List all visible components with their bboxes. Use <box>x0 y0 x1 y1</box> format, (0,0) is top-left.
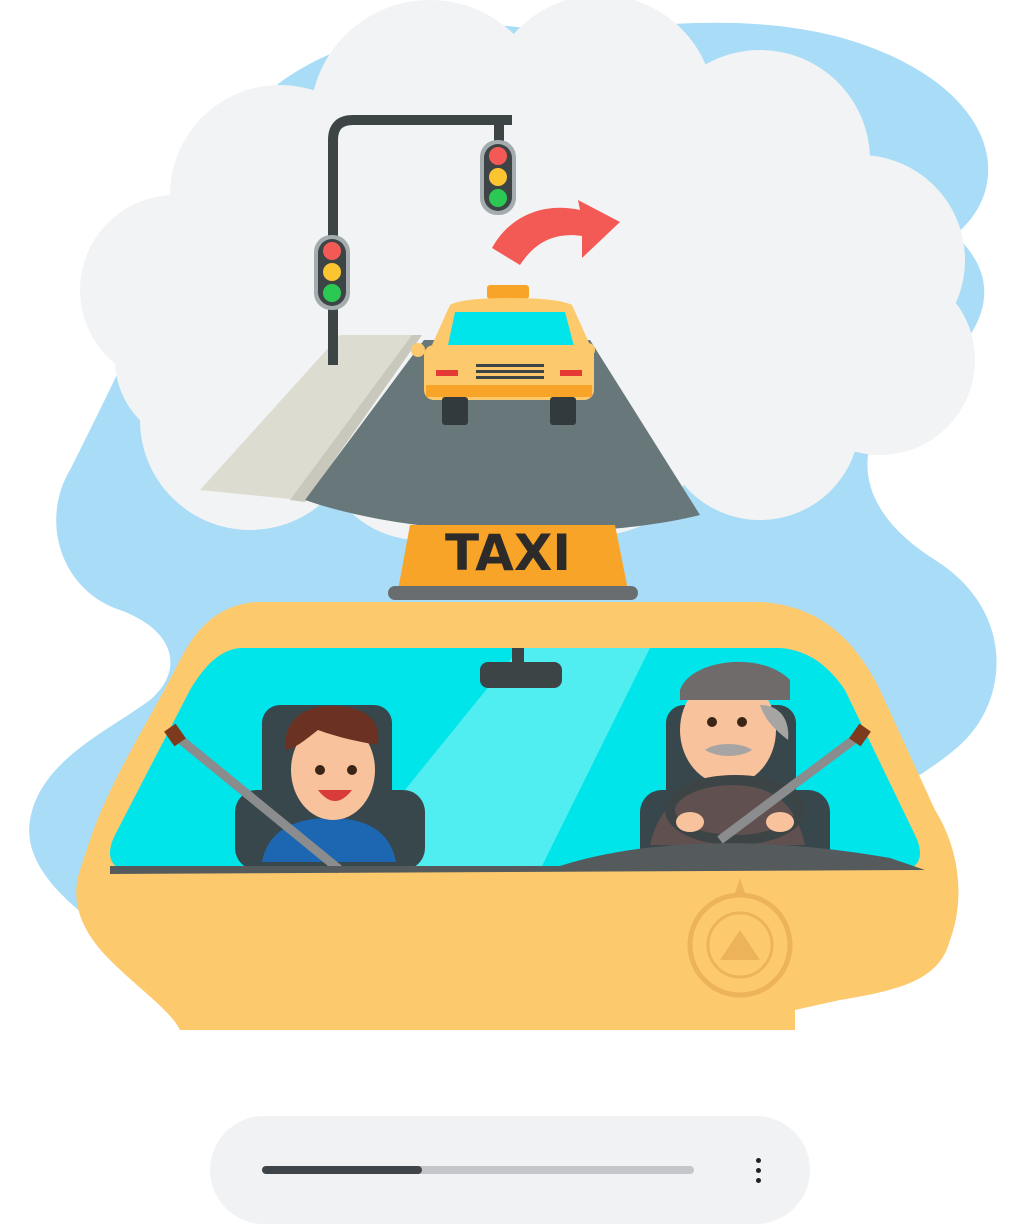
rearview-mirror <box>480 662 562 688</box>
more-options-button[interactable] <box>740 1150 776 1190</box>
taxi-roof-sign: TAXI <box>388 524 638 600</box>
traffic-light-icon <box>314 235 350 310</box>
taxi-sign-text: TAXI <box>445 524 571 582</box>
traffic-light-icon <box>480 140 516 215</box>
taxi-illustration: TAXI <box>29 0 997 1030</box>
progress-fill <box>262 1166 422 1174</box>
progress-slider[interactable] <box>262 1166 694 1174</box>
media-player-bar <box>210 1116 810 1224</box>
stage: TAXI <box>0 0 1017 1225</box>
vertical-ellipsis-icon <box>756 1158 761 1163</box>
